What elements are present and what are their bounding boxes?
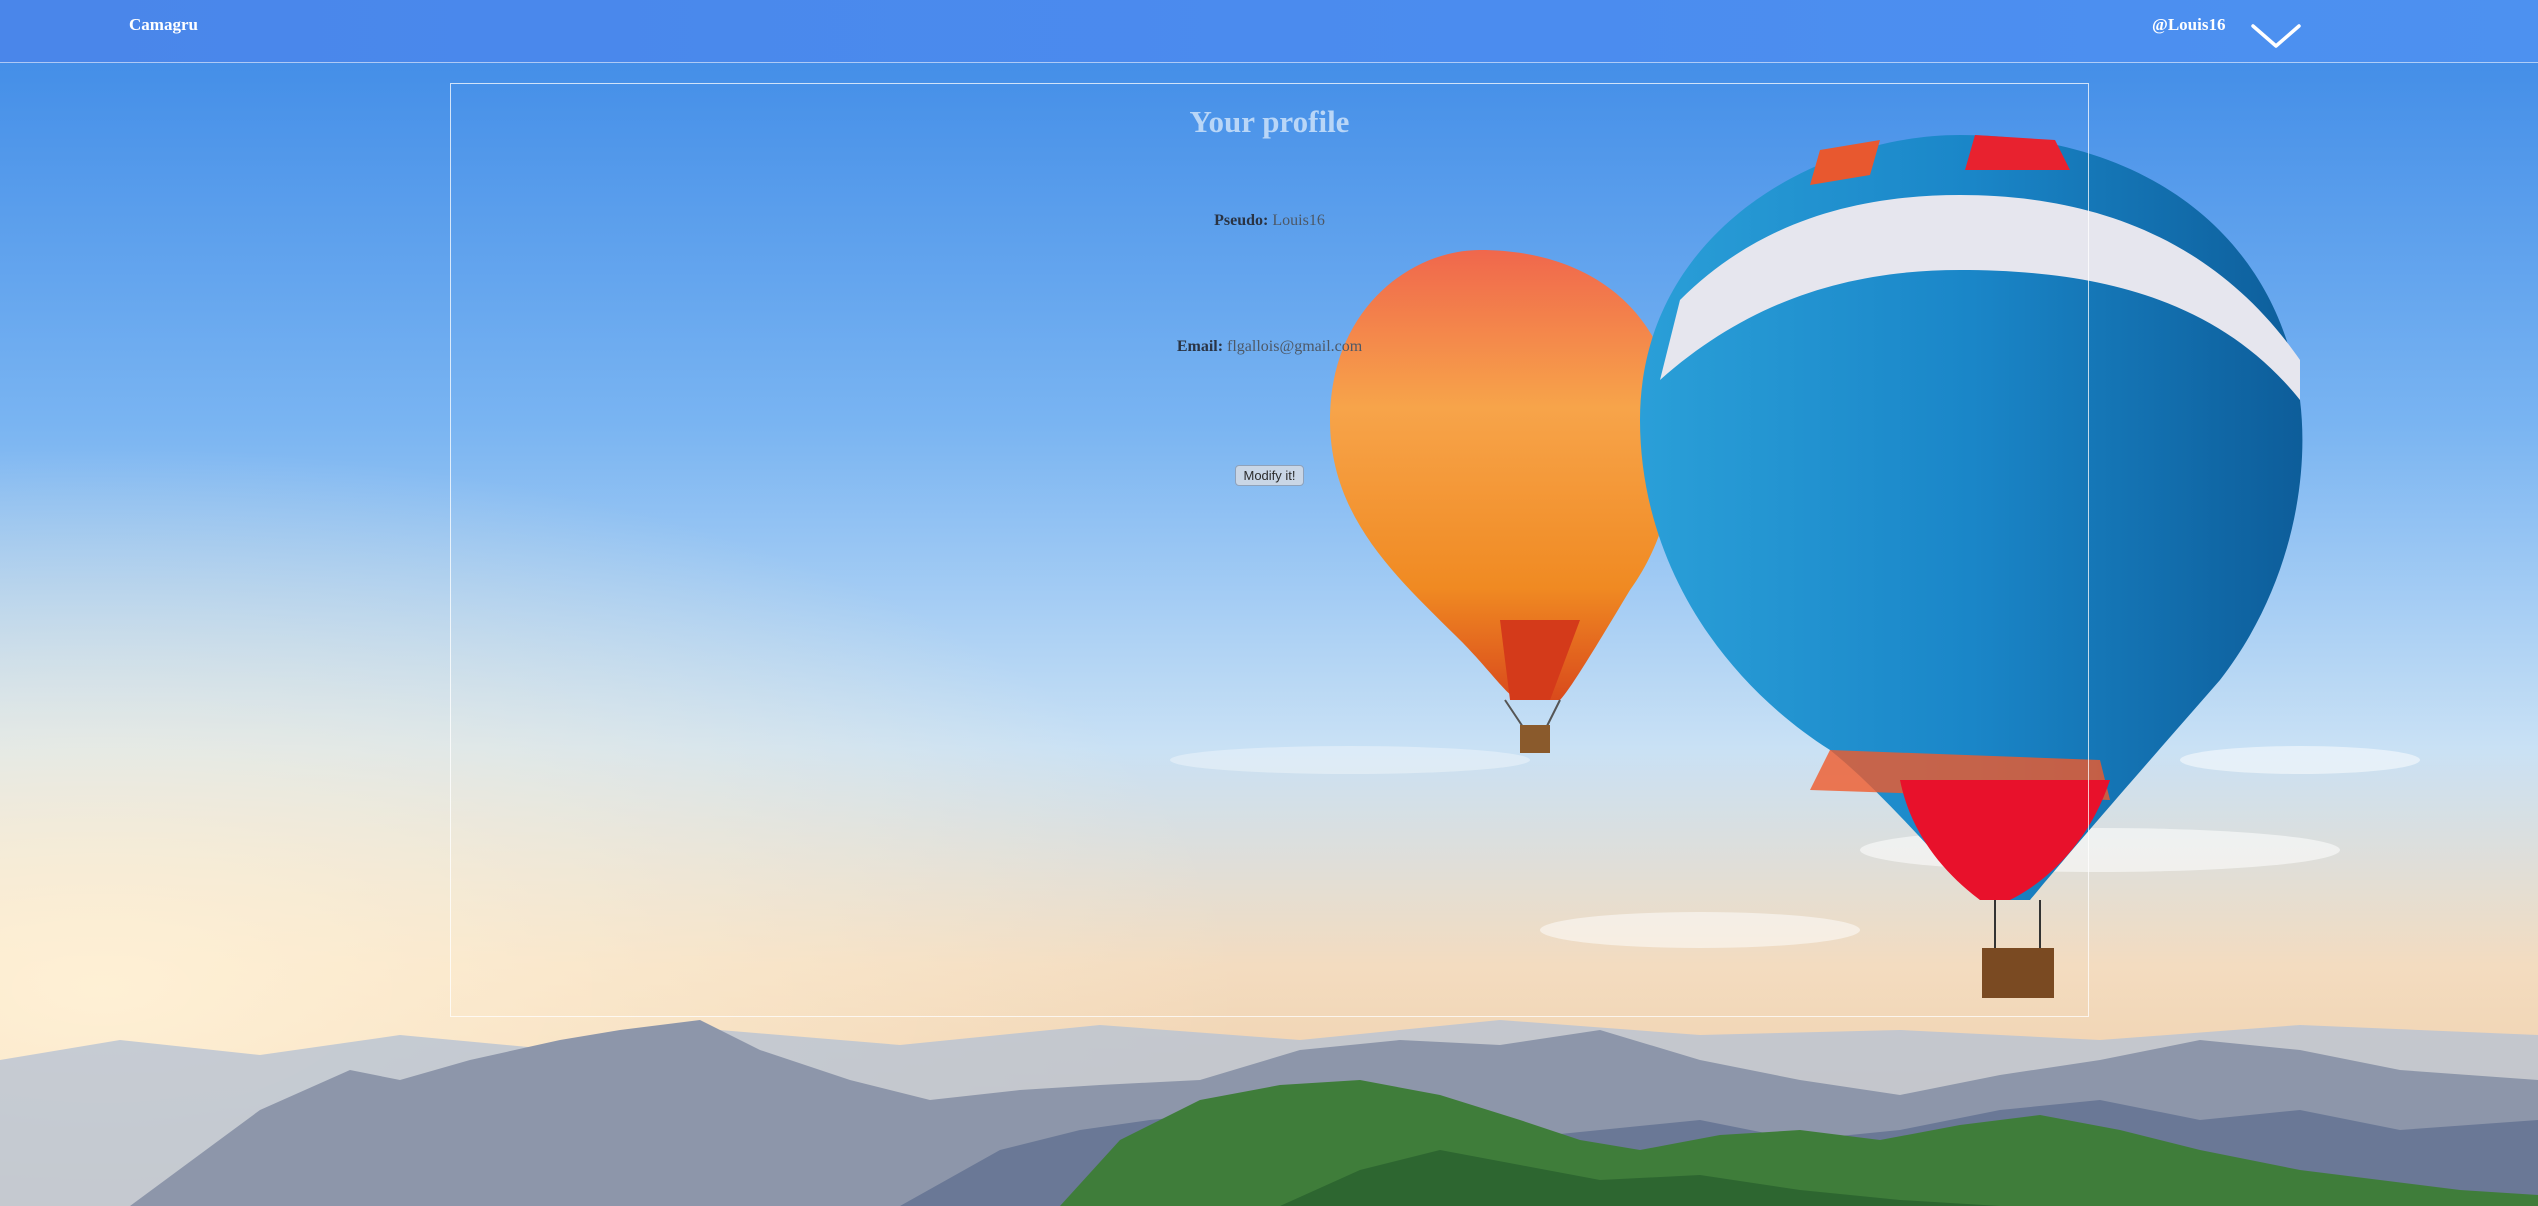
email-label: Email:	[1176, 338, 1224, 355]
profile-panel: Your profile Pseudo: Louis16 Email: flga…	[450, 83, 2089, 1017]
chevron-down-icon[interactable]	[2250, 22, 2302, 50]
brand-link[interactable]: Camagru	[129, 15, 198, 35]
pseudo-value: Louis16	[1272, 212, 1325, 229]
pseudo-label: Pseudo:	[1214, 212, 1269, 229]
email-value: flgallois@gmail.com	[1227, 338, 1363, 355]
top-navbar: Camagru @Louis16	[0, 0, 2538, 63]
modify-button-container: Modify it!	[451, 465, 2088, 486]
username-link[interactable]: @Louis16	[2152, 15, 2225, 35]
pseudo-row: Pseudo: Louis16	[451, 212, 2088, 230]
modify-button[interactable]: Modify it!	[1235, 465, 1304, 486]
email-row: Email: flgallois@gmail.com	[451, 338, 2088, 356]
page-title: Your profile	[1189, 104, 1350, 139]
